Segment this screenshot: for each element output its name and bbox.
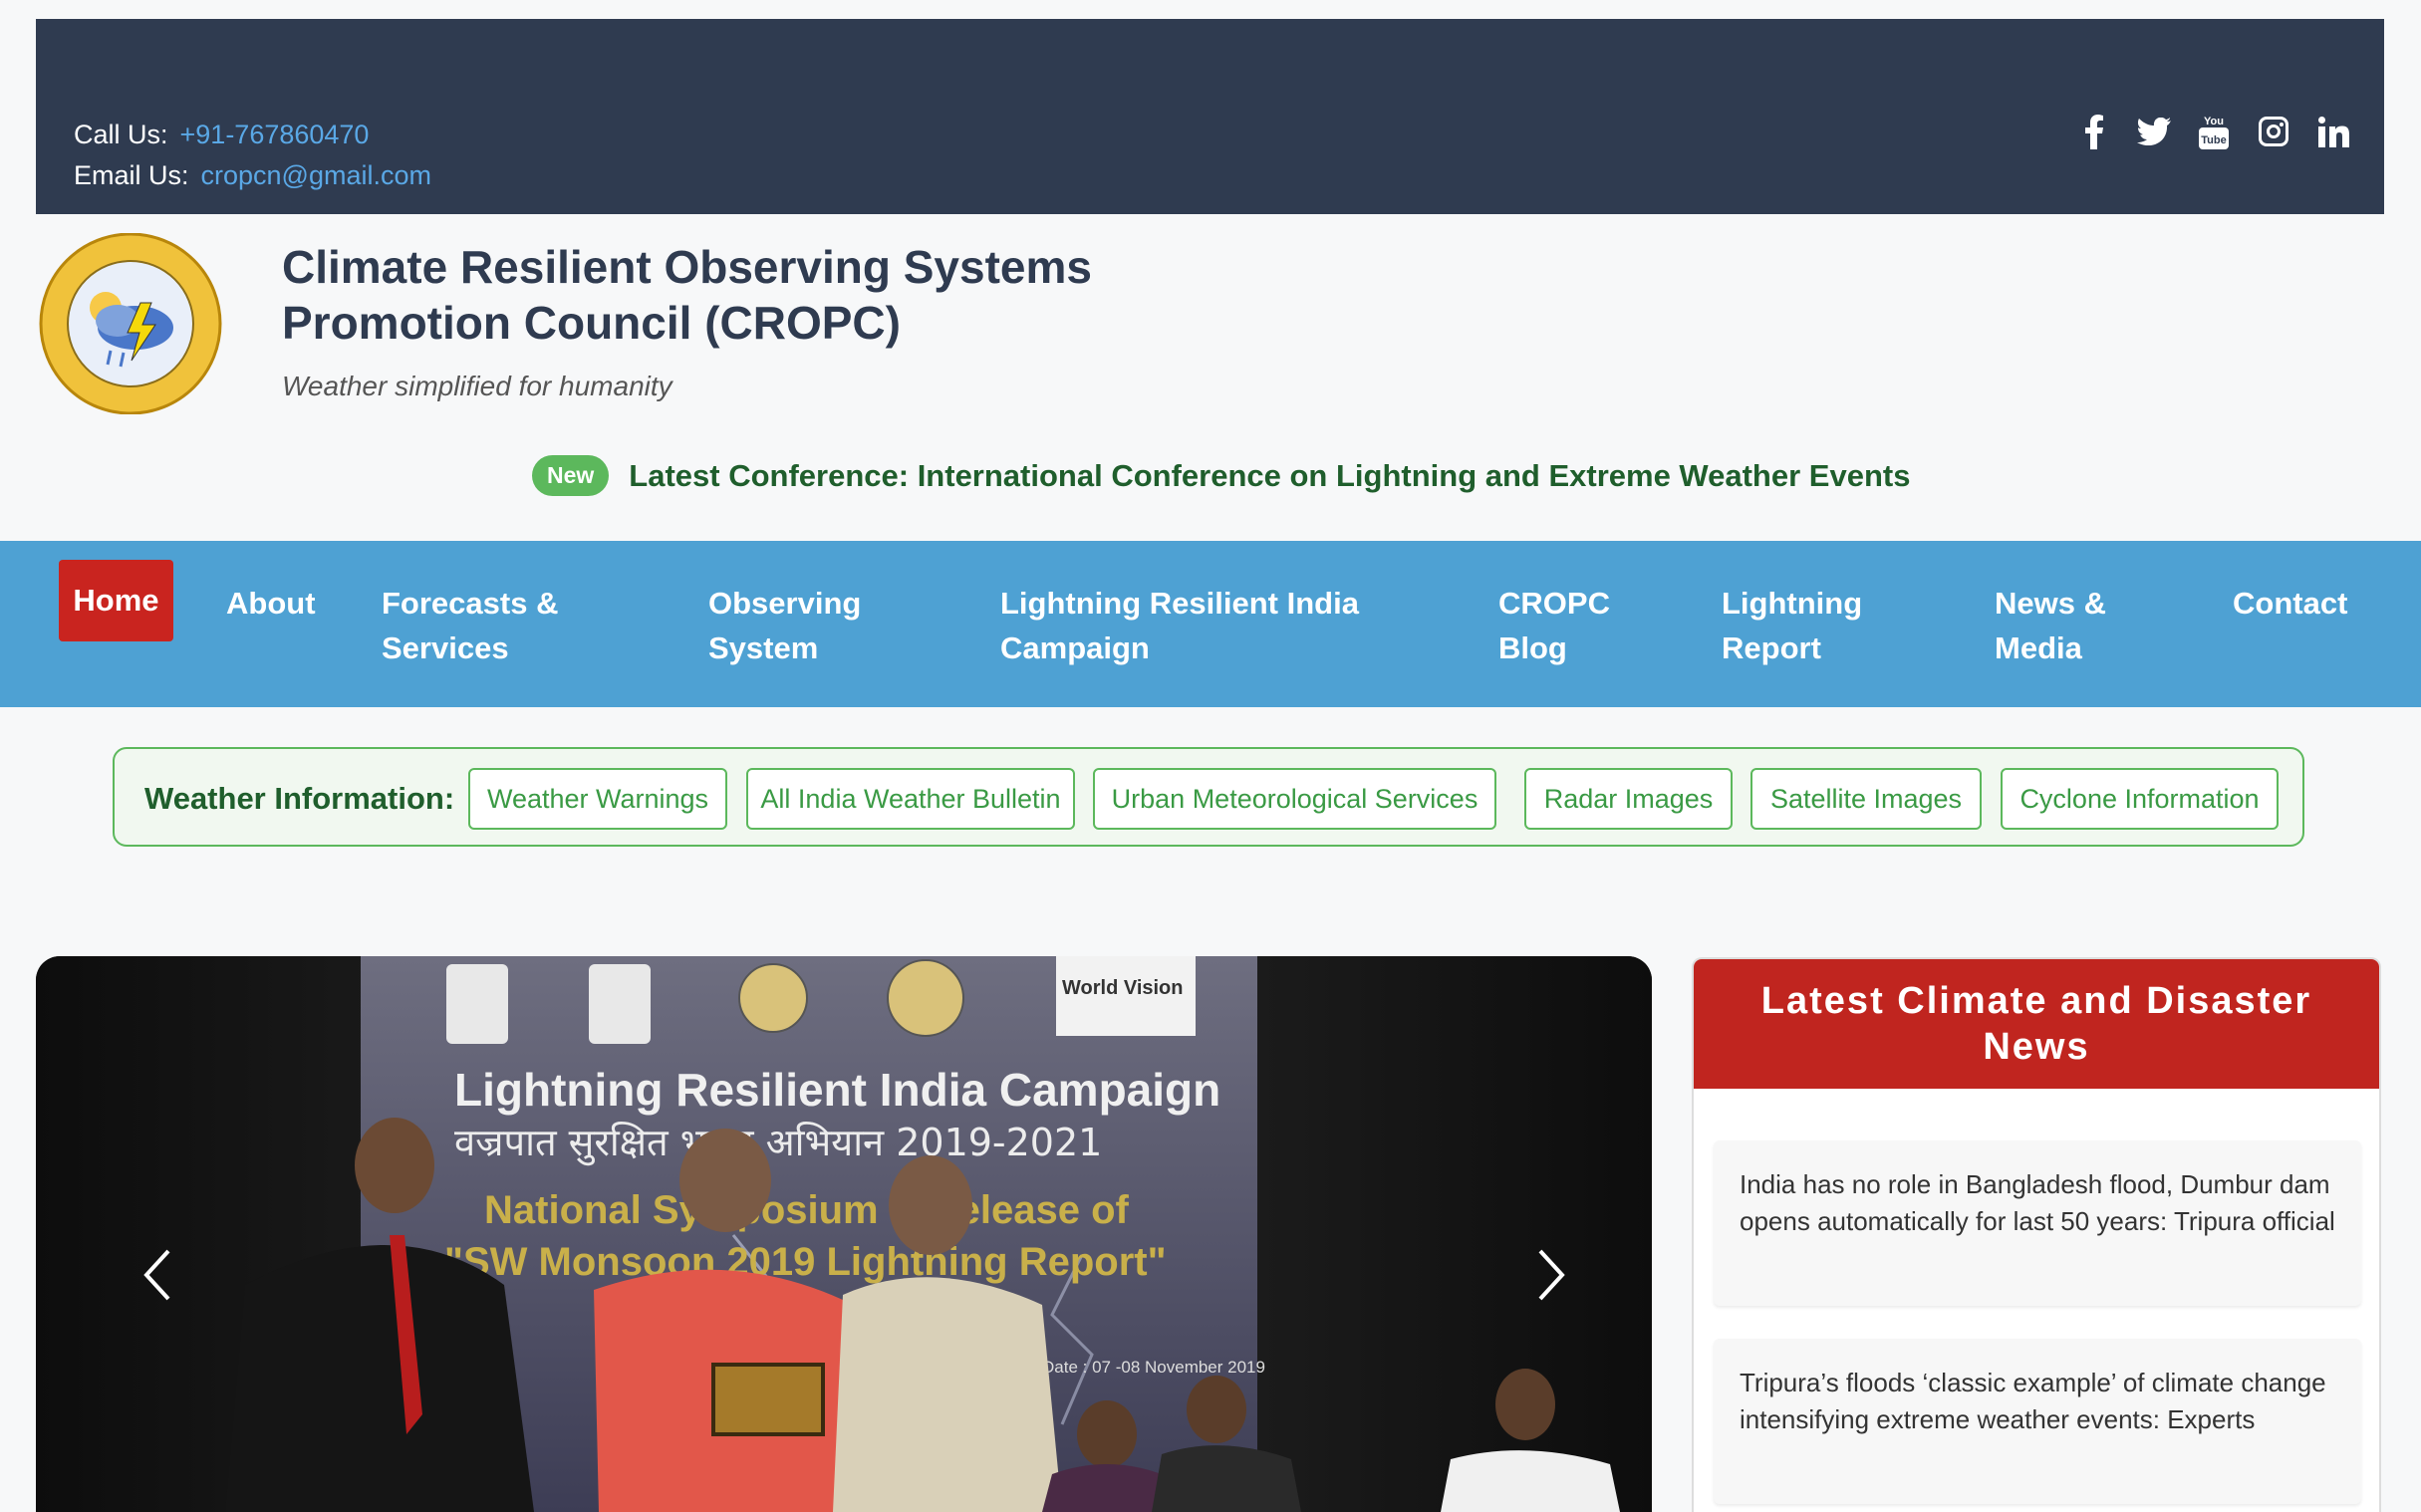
carousel-photo: World Vision Lightning Resilient India C… [36,956,1652,1512]
nav-observing-line1: Observing [708,586,862,621]
banner-title: Lightning Resilient India Campaign [454,1064,1220,1116]
nav-report-line1: Lightning [1722,586,1863,621]
ticker-text[interactable]: Latest Conference: International Confere… [629,458,1910,494]
banner-hindi: वज्रपात सुरक्षित भारत अभियान 2019-2021 [454,1121,1102,1166]
call-label: Call Us: [74,120,168,149]
org-title: Climate Resilient Observing Systems Prom… [282,239,1179,351]
nav-observing-line2: System [708,630,819,665]
social-links: You Tube [2077,115,2350,149]
svg-text:You: You [2204,116,2224,127]
nav-news-line2: Media [1995,630,2082,665]
org-title-line1: Climate Resilient Observing Systems [282,241,1092,293]
facebook-icon[interactable] [2077,115,2111,149]
svg-text:Tube: Tube [2201,134,2226,146]
news-panel: Latest Climate and Disaster News India h… [1692,957,2381,1512]
news-heading: Latest Climate and Disaster News [1694,959,2379,1089]
nav-contact[interactable]: Contact [2233,581,2347,626]
world-vision-text: World Vision [1062,977,1184,999]
nav-report-line2: Report [1722,630,1821,665]
cyclone-info-button[interactable]: Cyclone Information [2001,768,2279,830]
weather-info-label: Weather Information: [144,781,455,816]
contact-info: Call Us: +91-767860470 Email Us: cropcn@gm… [74,115,431,196]
email-link[interactable]: cropcn@gmail.com [201,160,431,190]
nav-news-line1: News & [1995,586,2106,621]
urban-met-services-button[interactable]: Urban Meteorological Services [1093,768,1496,830]
banner-date: Date : 07 -08 November 2019 [1042,1358,1265,1377]
nav-about[interactable]: About [226,581,316,626]
nav-forecasts[interactable]: Forecasts & Services [382,581,558,670]
nav-blog-line2: Blog [1498,630,1567,665]
twitter-icon[interactable] [2137,115,2171,148]
image-carousel[interactable]: World Vision Lightning Resilient India C… [36,956,1652,1512]
all-india-bulletin-button[interactable]: All India Weather Bulletin [746,768,1075,830]
news-item[interactable]: Tripura’s floods ‘classic example’ of cl… [1714,1339,2361,1504]
linkedin-icon[interactable] [2316,115,2350,148]
nav-blog[interactable]: CROPC Blog [1498,581,1610,670]
news-ticker[interactable]: New Latest Conference: International Con… [532,455,1910,496]
nav-lightning-campaign-line1: Lightning Resilient India [1000,586,1359,621]
nav-lightning-campaign[interactable]: Lightning Resilient India Campaign [1000,581,1359,670]
nav-forecasts-line1: Forecasts & [382,586,559,621]
cropc-logo[interactable] [36,232,225,415]
nav-lightning-report[interactable]: Lightning Report [1722,581,1862,670]
tagline: Weather simplified for humanity [282,371,672,401]
phone-link[interactable]: +91-767860470 [180,120,370,149]
org-title-line2: Promotion Council (CROPC) [282,297,901,349]
main-nav: Home About Forecasts & Services Observin… [0,541,2421,707]
nav-news-media[interactable]: News & Media [1995,581,2106,670]
new-badge: New [532,455,610,496]
radar-images-button[interactable]: Radar Images [1524,768,1733,830]
carousel-prev-icon[interactable] [138,1245,178,1305]
nav-blog-line1: CROPC [1498,586,1610,621]
carousel-next-icon[interactable] [1530,1245,1570,1305]
nav-observing-system[interactable]: Observing System [708,581,861,670]
weather-warnings-button[interactable]: Weather Warnings [468,768,727,830]
email-label: Email Us: [74,160,189,190]
youtube-icon[interactable]: You Tube [2197,115,2231,149]
top-contact-bar: Call Us: +91-767860470 Email Us: cropcn@gm… [36,19,2384,214]
banner-subtitle: National Symposium & Release of [484,1188,1130,1232]
instagram-icon[interactable] [2257,115,2290,148]
nav-lightning-campaign-line2: Campaign [1000,630,1150,665]
nav-forecasts-line2: Services [382,630,509,665]
news-item[interactable]: India has no role in Bangladesh flood, D… [1714,1140,2361,1306]
satellite-images-button[interactable]: Satellite Images [1750,768,1982,830]
banner-subtitle-2: "SW Monsoon 2019 Lightning Report" [444,1240,1167,1284]
nav-home[interactable]: Home [59,560,173,641]
weather-info-bar: Weather Information: Weather Warnings Al… [113,747,2304,847]
